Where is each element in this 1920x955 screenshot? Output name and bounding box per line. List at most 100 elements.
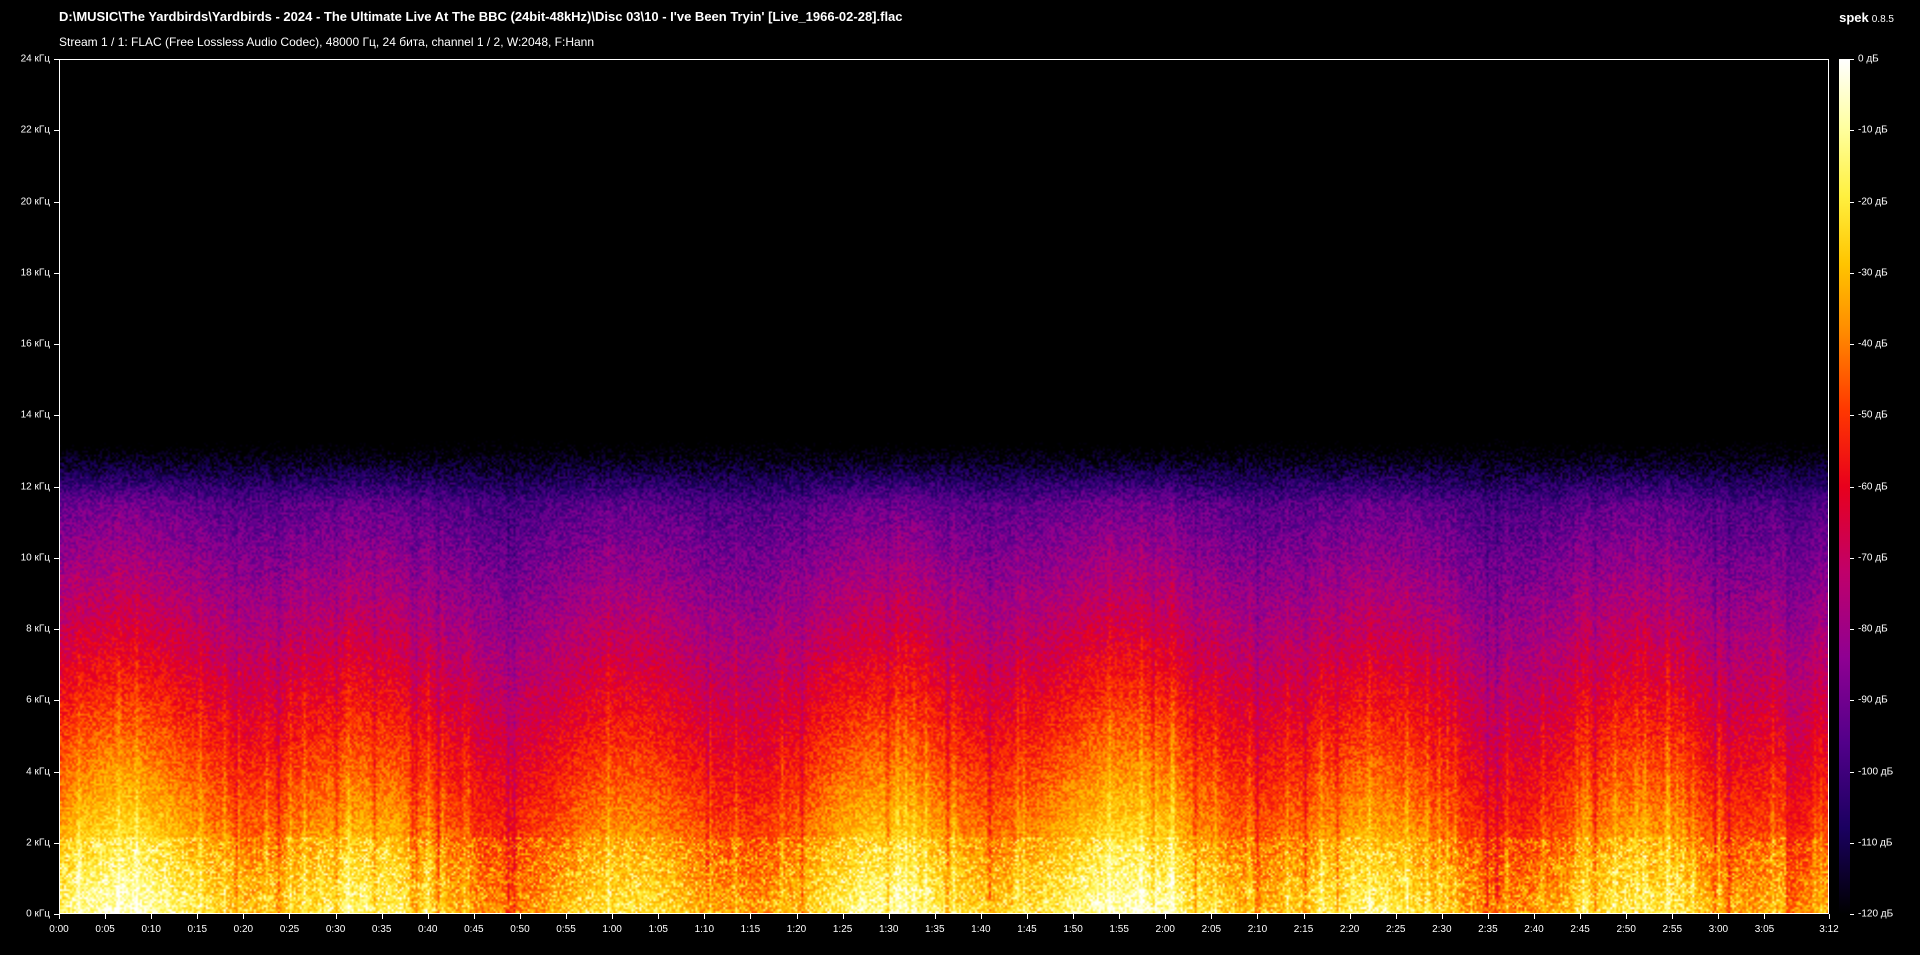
time-tick [1349,914,1351,919]
db-tick-label: -40 дБ [1858,338,1888,350]
time-tick-label: 1:40 [971,924,991,935]
time-tick-label: 0:35 [371,924,392,935]
time-tick-label: 1:15 [740,924,761,935]
frequency-tick-label: 6 кГц [26,694,50,706]
db-tick-label: -110 дБ [1858,837,1893,849]
frequency-tick [54,771,59,773]
time-tick [1073,914,1075,919]
frequency-tick-label: 10 кГц [20,552,50,564]
db-tick-label: -10 дБ [1858,124,1888,136]
time-tick-label: 2:55 [1662,924,1683,935]
frequency-tick-label: 24 кГц [20,53,50,65]
frequency-tick [54,557,59,559]
time-tick [243,914,245,919]
time-tick [612,914,614,919]
time-tick [704,914,706,919]
time-tick-label: 1:55 [1109,924,1129,935]
db-tick [1850,415,1854,417]
time-tick-label: 1:35 [925,924,945,935]
frequency-tick-label: 22 кГц [20,124,50,136]
db-tick-label: -60 дБ [1858,481,1888,492]
time-tick-label: 1:45 [1017,924,1037,935]
frequency-tick [54,201,59,203]
time-tick-label: 1:10 [694,924,715,935]
time-tick-label: 2:20 [1339,924,1360,935]
time-tick-label: 2:15 [1293,924,1314,935]
time-tick [1718,914,1720,919]
frequency-tick [54,59,59,60]
db-tick [1850,700,1854,702]
time-tick-label: 2:40 [1524,924,1544,935]
frequency-tick [54,415,59,417]
time-tick-label: 0:20 [233,924,254,935]
spectrogram-plot [59,59,1829,914]
time-tick-label: 0:45 [464,924,484,935]
frequency-tick [54,842,59,844]
spek-window: D:\MUSIC\The Yardbirds\Yardbirds - 2024 … [0,0,1920,955]
time-tick-label: 0:25 [279,924,300,935]
frequency-tick-label: 20 кГц [20,196,50,207]
time-tick [1829,914,1830,919]
time-tick-label: 2:35 [1478,924,1498,935]
time-tick [427,914,429,919]
time-tick [473,914,475,919]
db-tick [1850,557,1854,559]
time-tick [381,914,383,919]
time-tick [1487,914,1489,919]
time-tick-label: 0:05 [95,924,115,935]
time-tick [888,914,890,919]
frequency-tick-label: 8 кГц [26,623,50,635]
db-tick-label: -90 дБ [1858,694,1888,706]
time-tick [750,914,752,919]
time-tick [289,914,291,919]
time-tick-label: 2:25 [1385,924,1406,935]
frequency-tick-label: 16 кГц [20,338,50,350]
db-tick [1850,344,1854,345]
spectrogram-image [60,60,1828,913]
db-color-scale [1839,59,1850,914]
frequency-tick [54,486,59,488]
time-tick-label: 2:45 [1570,924,1590,935]
time-tick-label: 1:50 [1063,924,1083,935]
time-tick [566,914,568,919]
time-tick [59,914,60,919]
time-tick [1257,914,1259,919]
db-tick [1850,914,1854,915]
db-tick-label: -20 дБ [1858,196,1888,207]
db-tick [1850,629,1854,630]
time-tick-label: 1:00 [602,924,622,935]
app-brand: spek 0.8.5 [1839,10,1894,25]
time-tick-label: 2:50 [1616,924,1636,935]
time-tick [1626,914,1628,919]
frequency-tick [54,130,59,132]
time-tick-label: 0:50 [510,924,530,935]
db-tick [1850,272,1854,274]
time-tick-label: 2:00 [1155,924,1175,935]
db-tick [1850,771,1854,773]
time-tick-label: 0:30 [325,924,346,935]
time-tick [105,914,107,919]
time-tick [519,914,521,919]
time-tick-label: 0:00 [49,924,69,935]
time-tick-label: 3:05 [1754,924,1775,935]
db-tick-label: 0 дБ [1858,53,1879,65]
time-tick-label: 0:55 [556,924,576,935]
time-tick-label: 0:40 [418,924,438,935]
time-tick [1026,914,1028,919]
time-tick [1395,914,1397,919]
time-tick [980,914,982,919]
time-tick-label: 1:25 [832,924,853,935]
time-tick-label: 2:10 [1247,924,1268,935]
time-tick [1534,914,1535,919]
frequency-tick [54,629,59,630]
db-tick [1850,130,1854,132]
time-tick-label: 3:12 [1819,924,1839,935]
time-tick [796,914,798,919]
db-tick-label: -120 дБ [1858,908,1894,920]
frequency-tick-label: 0 кГц [26,908,50,920]
db-tick-label: -50 дБ [1858,409,1888,421]
db-tick-label: -100 дБ [1858,766,1894,777]
time-tick-label: 1:05 [648,924,668,935]
frequency-tick [54,272,59,274]
frequency-tick-label: 14 кГц [20,409,50,421]
